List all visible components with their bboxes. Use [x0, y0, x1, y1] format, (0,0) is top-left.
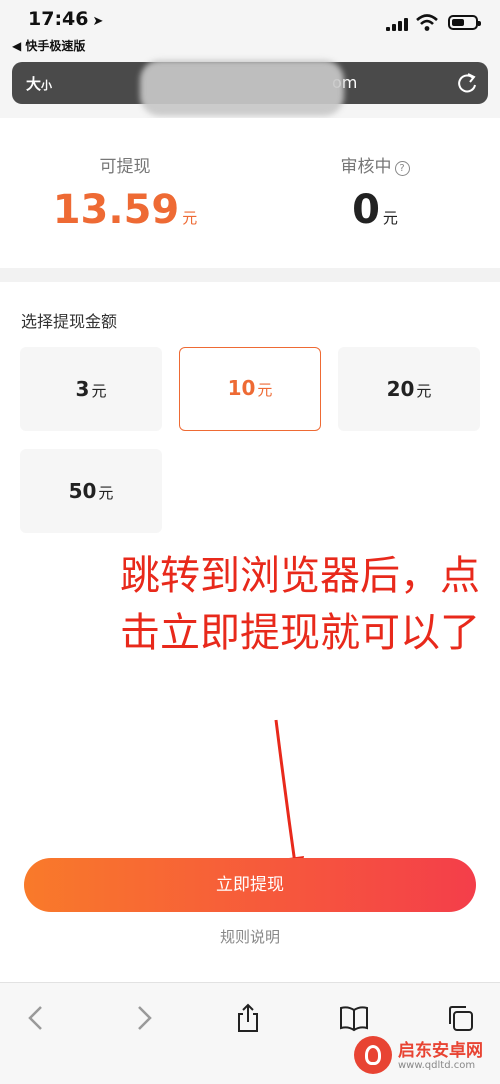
bookmarks-icon[interactable] [339, 1003, 369, 1033]
annotation-arrow [274, 719, 304, 892]
watermark-url: www.qdltd.com [398, 1060, 476, 1071]
back-icon[interactable] [22, 1003, 52, 1033]
forward-icon[interactable] [128, 1003, 158, 1033]
tabs-icon[interactable] [445, 1003, 475, 1033]
share-icon[interactable] [233, 1003, 263, 1033]
watermark-logo-icon [354, 1036, 392, 1074]
watermark-title: 启东安卓网 [398, 1041, 483, 1061]
withdraw-now-button[interactable]: 立即提现 [24, 858, 476, 912]
site-watermark: 启东安卓网 www.qdltd.com [354, 1030, 494, 1080]
browser-toolbar: 启东安卓网 www.qdltd.com [0, 982, 500, 1084]
rules-link[interactable]: 规则说明 [0, 926, 500, 947]
